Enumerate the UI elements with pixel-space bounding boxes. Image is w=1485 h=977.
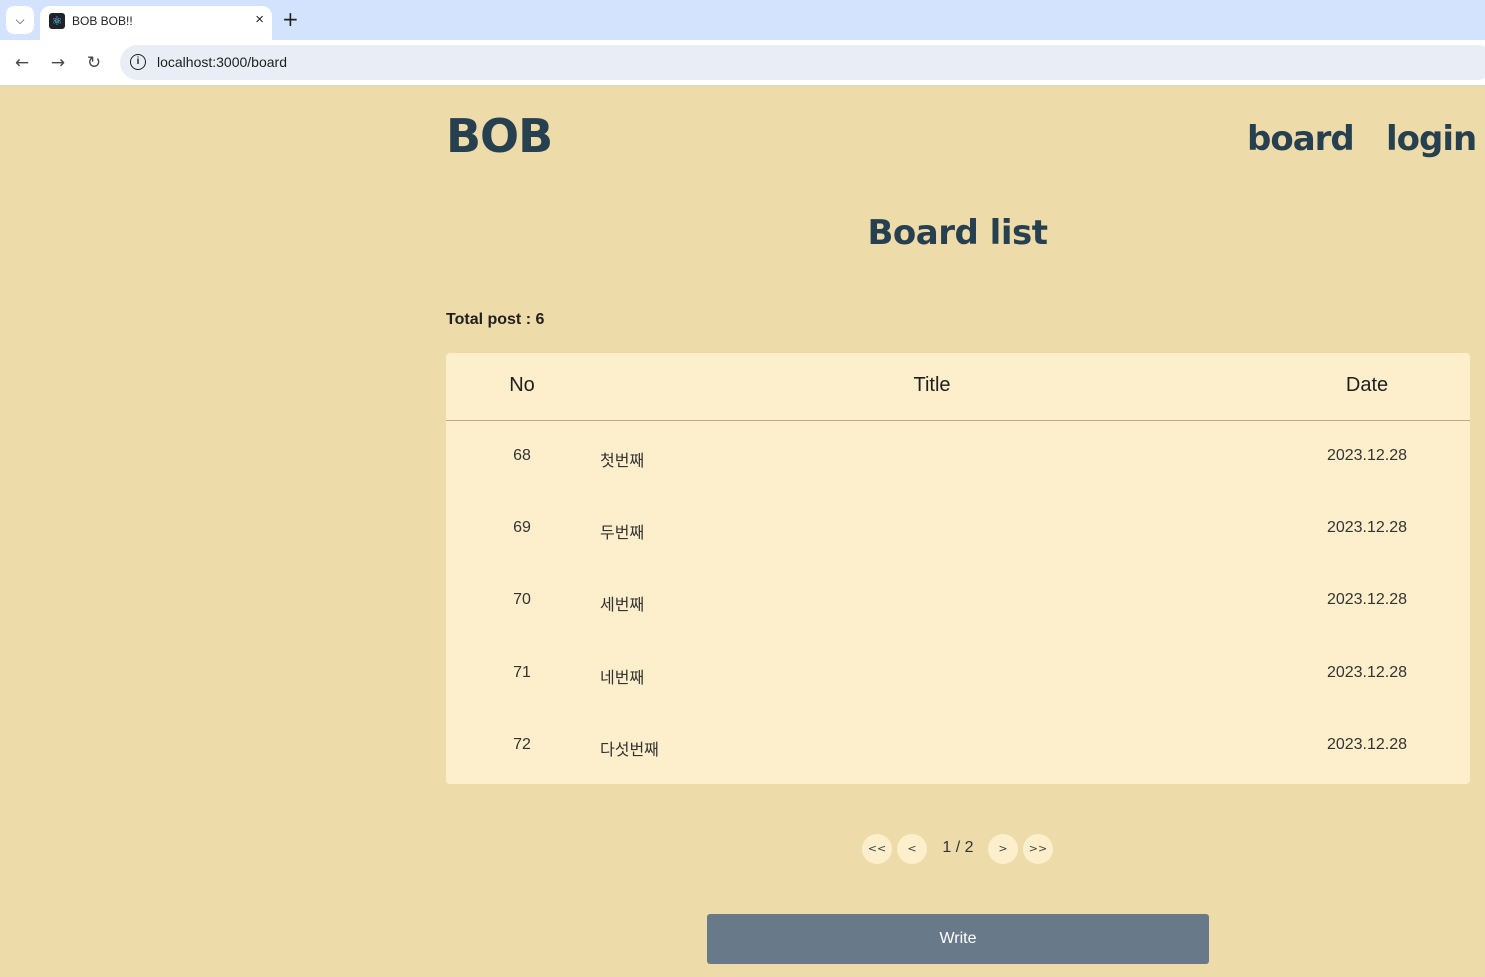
nav-login-link[interactable]: login xyxy=(1386,119,1477,159)
row-no: 69 xyxy=(513,519,531,536)
write-button[interactable]: Write xyxy=(707,914,1209,964)
url-text[interactable]: localhost:3000/board xyxy=(157,54,287,70)
row-no: 72 xyxy=(513,736,531,753)
row-no: 70 xyxy=(513,591,531,608)
last-page-button[interactable]: >> xyxy=(1023,834,1053,864)
row-date: 2023.12.28 xyxy=(1326,736,1408,753)
page-indicator: 1 / 2 xyxy=(942,839,974,856)
row-date: 2023.12.28 xyxy=(1326,591,1408,608)
tab-search-button[interactable]: ⌵ xyxy=(6,6,34,34)
table-row[interactable]: 72 다섯번째 2023.12.28 xyxy=(446,710,1470,782)
site-logo[interactable]: BOB xyxy=(446,109,553,163)
row-no: 68 xyxy=(513,447,531,464)
table-header: No Title Date xyxy=(446,353,1470,421)
back-icon[interactable]: ← xyxy=(10,51,34,75)
table-row[interactable]: 68 첫번째 2023.12.28 xyxy=(446,421,1470,493)
total-post-count: Total post : 6 xyxy=(446,311,545,328)
tab-title: BOB BOB!! xyxy=(72,14,133,28)
close-icon[interactable]: × xyxy=(255,11,264,28)
nav-board-link[interactable]: board xyxy=(1247,119,1355,159)
react-favicon-icon: ⚛ xyxy=(49,13,65,29)
row-title[interactable]: 첫번째 xyxy=(600,447,644,471)
table-row[interactable]: 71 네번째 2023.12.28 xyxy=(446,638,1470,710)
browser-toolbar: ← → ↻ i localhost:3000/board xyxy=(0,40,1485,86)
chevron-down-icon: ⌵ xyxy=(15,12,25,27)
row-title[interactable]: 다섯번째 xyxy=(600,736,659,760)
row-date: 2023.12.28 xyxy=(1326,664,1408,681)
row-date: 2023.12.28 xyxy=(1326,519,1408,536)
next-page-button[interactable]: > xyxy=(988,834,1018,864)
row-title[interactable]: 두번째 xyxy=(600,519,644,543)
column-header-date: Date xyxy=(1345,374,1389,396)
table-row[interactable]: 70 세번째 2023.12.28 xyxy=(446,565,1470,637)
reload-icon[interactable]: ↻ xyxy=(82,51,106,75)
page-content: BOB board login Board list Total post : … xyxy=(0,87,1485,977)
browser-tabstrip: ⌵ ⚛ BOB BOB!! × + xyxy=(0,0,1485,40)
row-no: 71 xyxy=(513,664,531,681)
address-bar[interactable]: i localhost:3000/board xyxy=(120,45,1485,80)
forward-icon[interactable]: → xyxy=(46,51,70,75)
first-page-button[interactable]: << xyxy=(862,834,892,864)
new-tab-icon[interactable]: + xyxy=(282,7,299,31)
table-row[interactable]: 69 두번째 2023.12.28 xyxy=(446,493,1470,565)
browser-tab[interactable]: ⚛ BOB BOB!! × xyxy=(40,6,272,40)
column-header-no: No xyxy=(509,374,535,396)
site-info-icon[interactable]: i xyxy=(130,54,146,70)
row-date: 2023.12.28 xyxy=(1326,447,1408,464)
row-title[interactable]: 네번째 xyxy=(600,664,644,688)
page-title: Board list xyxy=(867,213,1048,253)
prev-page-button[interactable]: < xyxy=(897,834,927,864)
row-title[interactable]: 세번째 xyxy=(600,591,644,615)
column-header-title: Title xyxy=(913,374,951,396)
board-table: No Title Date 68 첫번째 2023.12.28 69 두번째 2… xyxy=(446,353,1470,784)
